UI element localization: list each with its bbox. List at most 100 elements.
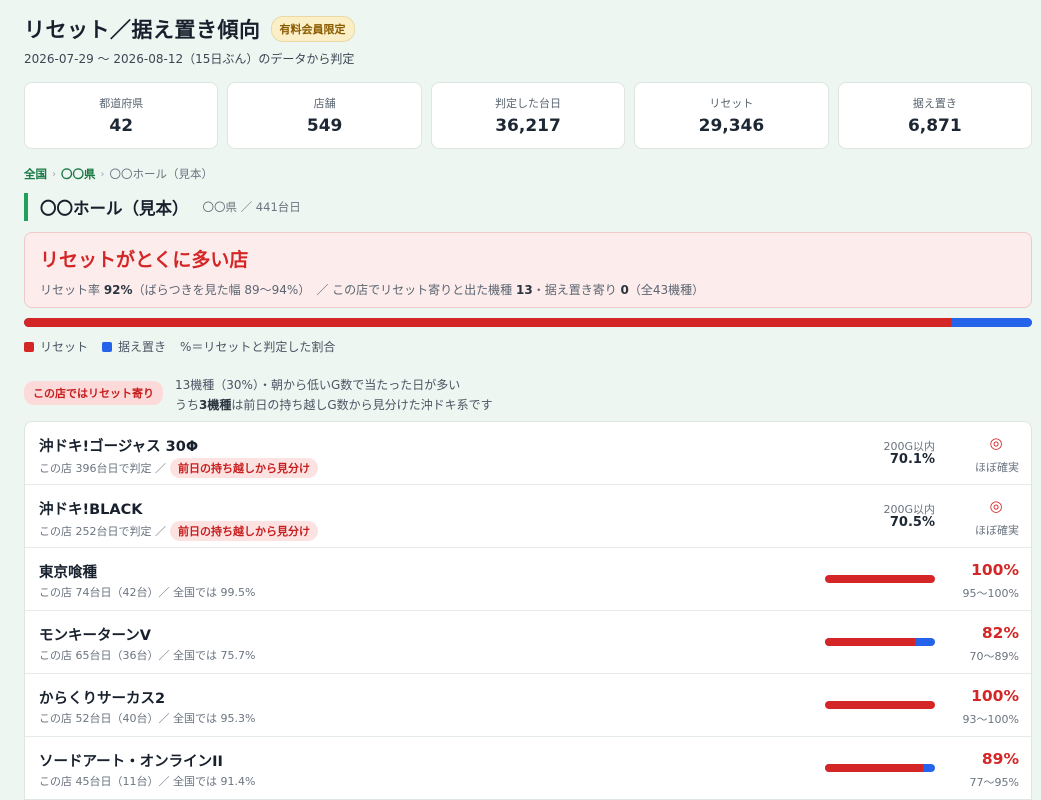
legend-hold-label: 据え置き xyxy=(118,340,167,354)
stat-label: リセット xyxy=(709,97,754,110)
carryover-tag: 前日の持ち越しから見分け xyxy=(170,521,318,541)
stat-value: 29,346 xyxy=(698,116,765,136)
breadcrumb-separator: › xyxy=(100,168,105,180)
legend-note: %＝リセットと判定した割合 xyxy=(180,340,336,354)
legend-reset-swatch xyxy=(24,341,34,352)
shop-heading: 〇〇ホール（見本） 〇〇県 ／ 441台日 xyxy=(24,193,301,221)
stat-label: 判定した台日 xyxy=(495,97,562,110)
verdict-card: リセットがとくに多い店 リセット率 92%（ばらつきを見た幅 89〜94%） ／… xyxy=(24,232,1032,308)
verdict-detail: リセット率 92%（ばらつきを見た幅 89〜94%） ／ この店でリセット寄りと… xyxy=(40,281,1016,298)
stat-card-reset: リセット 29,346 xyxy=(634,82,829,149)
ratio-bar-hold-segment xyxy=(951,318,1032,327)
legend-reset-label: リセット xyxy=(40,340,89,354)
lean-badge: この店ではリセット寄り xyxy=(24,381,163,405)
verdict-title: リセットがとくに多い店 xyxy=(40,249,249,271)
reset-rate-label: リセット率 xyxy=(40,283,104,297)
machine-meta-text: この店 252台日で判定 ／ xyxy=(39,525,166,538)
double-circle-icon: ◎ xyxy=(989,497,1003,515)
reset-machines-label: ／ この店でリセット寄りと出た機種 xyxy=(316,283,516,297)
breadcrumb: 全国 › 〇〇県 › 〇〇ホール（見本） xyxy=(24,166,213,182)
stat-card-prefectures: 都道府県 42 xyxy=(24,82,219,149)
machine-row-tokyo-ghoul[interactable]: 東京喰種 この店 74台日（42台）／ 全国では 99.5% 100% 95〜1… xyxy=(25,548,1031,611)
g-threshold-value: 70.5% xyxy=(889,515,935,530)
shop-name: 〇〇ホール（見本） xyxy=(40,199,189,218)
certainty-label: ほぼ確実 xyxy=(975,524,1019,537)
machine-reset-bar-fill xyxy=(825,701,935,709)
machine-reset-percent: 82% xyxy=(981,624,1019,642)
reset-rate-value: 92% xyxy=(103,283,133,297)
machine-reset-bar-fill xyxy=(825,638,916,646)
machine-row-okidoki-black[interactable]: 沖ドキ!BLACK この店 252台日で判定 ／前日の持ち越しから見分け 200… xyxy=(25,485,1031,548)
certainty-label: ほぼ確実 xyxy=(975,461,1019,474)
lean-line-2: うち3機種は前日の持ち越しG数から見分けた沖ドキ系です xyxy=(175,395,493,415)
machine-reset-bar xyxy=(825,638,935,646)
lean-line-2-count: 3機種 xyxy=(199,398,232,412)
page-title: リセット／据え置き傾向 xyxy=(24,18,261,42)
machine-reset-range: 70〜89% xyxy=(969,650,1019,663)
machine-meta: この店 74台日（42台）／ 全国では 99.5% xyxy=(39,586,256,599)
machine-reset-bar xyxy=(825,764,935,772)
legend-item-hold: 据え置き xyxy=(102,338,166,355)
stat-value: 6,871 xyxy=(907,116,962,136)
stat-value: 42 xyxy=(109,116,134,136)
premium-badge: 有料会員限定 xyxy=(270,16,355,42)
machine-reset-bar xyxy=(825,701,935,709)
g-threshold-value: 70.1% xyxy=(889,452,935,467)
stat-value: 36,217 xyxy=(495,116,561,136)
machine-meta: この店 65台日（36台）／ 全国では 75.7% xyxy=(39,649,256,662)
breadcrumb-current: 〇〇ホール（見本） xyxy=(109,167,214,181)
stat-card-hold: 据え置き 6,871 xyxy=(837,82,1033,149)
machine-row-karakuri-circus-2[interactable]: からくりサーカス2 この店 52台日（40台）／ 全国では 95.3% 100%… xyxy=(25,674,1031,737)
machine-name: 沖ドキ!BLACK xyxy=(39,502,143,518)
stat-card-shops: 店舗 549 xyxy=(227,82,422,149)
shop-meta: 〇〇県 ／ 441台日 xyxy=(202,200,301,214)
lean-line-2-prefix: うち xyxy=(175,398,200,412)
hold-machines-count: 0 xyxy=(620,283,629,297)
breadcrumb-prefecture-link[interactable]: 〇〇県 xyxy=(61,166,96,182)
double-circle-icon: ◎ xyxy=(989,434,1003,452)
stat-label: 据え置き xyxy=(912,97,957,110)
machine-name: からくりサーカス2 xyxy=(39,691,166,707)
machine-name: 沖ドキ!ゴージャス 30Φ xyxy=(39,439,199,455)
total-machines: （全43機種） xyxy=(628,283,705,297)
machine-reset-percent: 100% xyxy=(971,561,1019,579)
machine-meta: この店 396台日で判定 ／ 前日の持ち越しから見分け xyxy=(39,458,318,478)
machine-name: 東京喰種 xyxy=(39,565,97,581)
machine-meta-text: この店 396台日で判定 ／ xyxy=(39,462,166,475)
reset-hold-ratio-bar xyxy=(24,318,1032,327)
stat-card-judged-days: 判定した台日 36,217 xyxy=(430,82,626,149)
lean-description: 13機種（30%）・朝から低いG数で当たった日が多い うち3機種は前日の持ち越し… xyxy=(175,375,493,415)
machine-meta: この店 52台日（40台）／ 全国では 95.3% xyxy=(39,712,256,725)
breadcrumb-separator: › xyxy=(52,168,56,180)
reset-rate-range: （ばらつきを見た幅 89〜94%） xyxy=(132,283,305,297)
legend-item-reset: リセット xyxy=(24,338,88,355)
lean-line-1: 13機種（30%）・朝から低いG数で当たった日が多い xyxy=(175,378,461,392)
machine-reset-range: 77〜95% xyxy=(969,776,1019,789)
stat-label: 都道府県 xyxy=(99,97,144,110)
machine-reset-bar xyxy=(825,575,935,583)
header: リセット／据え置き傾向 有料会員限定 xyxy=(24,14,355,44)
stats-row: 都道府県 42 店舗 549 判定した台日 36,217 リセット 29,346… xyxy=(24,82,1033,149)
stat-value: 549 xyxy=(306,116,343,136)
machine-reset-percent: 89% xyxy=(981,750,1019,768)
machine-row-monkey-turn-v[interactable]: モンキーターンV この店 65台日（36台）／ 全国では 75.7% 82% 7… xyxy=(25,611,1031,674)
legend-hold-swatch xyxy=(102,341,113,352)
machine-reset-bar-fill xyxy=(825,575,935,583)
machine-reset-bar-fill xyxy=(825,764,923,772)
machine-name: モンキーターンV xyxy=(39,628,151,644)
machine-meta: この店 45台日（11台）／ 全国では 91.4% xyxy=(39,775,256,788)
lean-line-2-suffix: は前日の持ち越しG数から見分けた沖ドキ系です xyxy=(231,398,493,412)
machine-row-okidoki-gorgeous[interactable]: 沖ドキ!ゴージャス 30Φ この店 396台日で判定 ／ 前日の持ち越しから見分け… xyxy=(25,422,1031,485)
reset-machines-count: 13 xyxy=(515,283,533,297)
lean-summary: この店ではリセット寄り 13機種（30%）・朝から低いG数で当たった日が多い う… xyxy=(24,375,493,415)
machine-row-sword-art-online-2[interactable]: ソードアート・オンラインII この店 45台日（11台）／ 全国では 91.4%… xyxy=(25,737,1031,799)
machine-name: ソードアート・オンラインII xyxy=(39,754,223,770)
machine-list: 沖ドキ!ゴージャス 30Φ この店 396台日で判定 ／ 前日の持ち越しから見分け… xyxy=(24,421,1032,800)
carryover-tag: 前日の持ち越しから見分け xyxy=(170,458,318,478)
legend: リセット 据え置き %＝リセットと判定した割合 xyxy=(24,338,335,355)
breadcrumb-nationwide-link[interactable]: 全国 xyxy=(24,166,47,182)
stat-label: 店舗 xyxy=(313,97,336,110)
machine-reset-range: 93〜100% xyxy=(962,713,1019,726)
hold-machines-label: ・据え置き寄り xyxy=(532,283,621,297)
date-range-subtitle: 2026-07-29 〜 2026-08-12（15日ぶん）のデータから判定 xyxy=(24,52,355,66)
